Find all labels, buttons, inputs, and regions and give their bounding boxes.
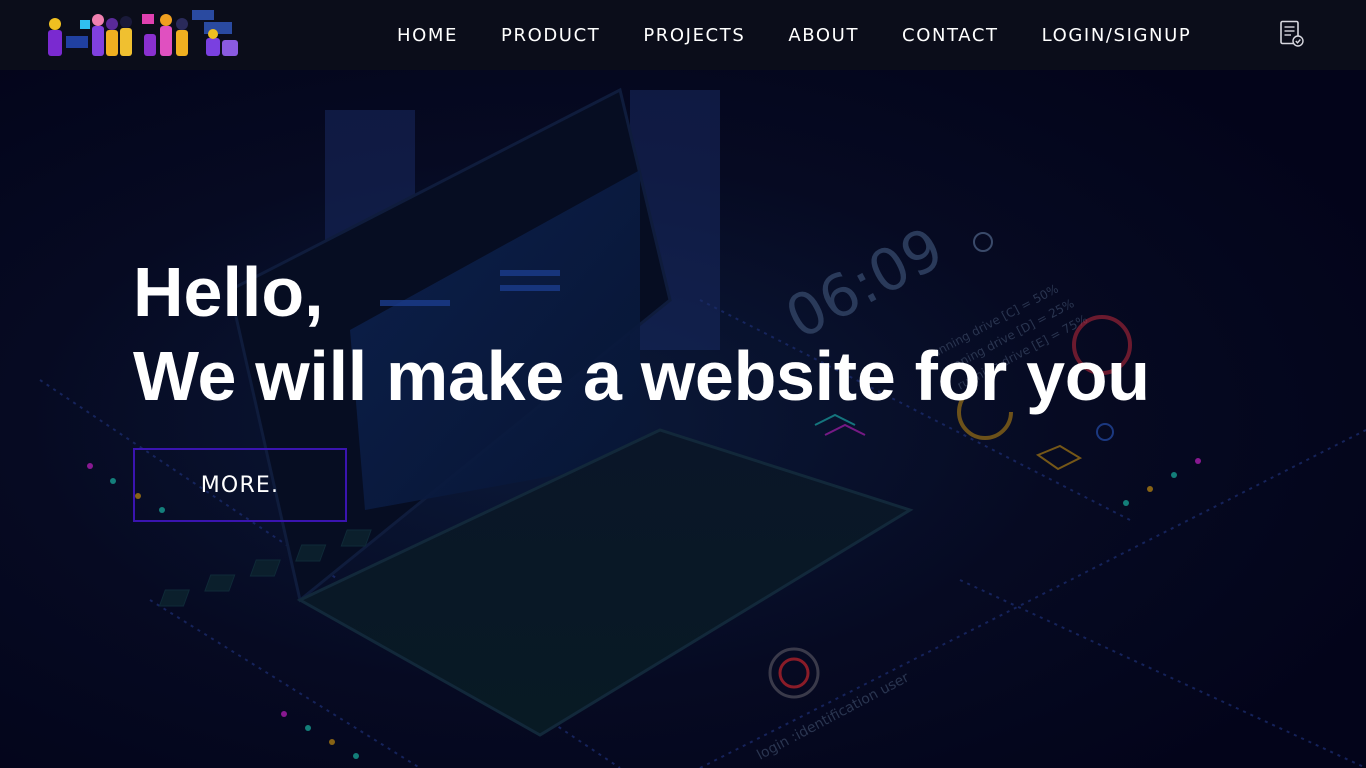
document-check-icon[interactable] xyxy=(1279,20,1305,48)
hero-headline: We will make a website for you xyxy=(133,337,1150,415)
power-caption: login :identification user xyxy=(754,670,912,764)
more-button[interactable]: MORE. xyxy=(133,448,347,522)
nav-product-link[interactable]: PRODUCT xyxy=(501,25,600,46)
nav-login-signup-link[interactable]: LOGIN/SIGNUP xyxy=(1042,25,1192,46)
top-navbar: HOME PRODUCT PROJECTS ABOUT CONTACT LOGI… xyxy=(0,0,1366,70)
nav-links: HOME PRODUCT PROJECTS ABOUT CONTACT LOGI… xyxy=(375,0,1212,70)
hero-greeting: Hello, xyxy=(133,253,324,331)
nav-home-link[interactable]: HOME xyxy=(397,25,458,46)
nav-about-link[interactable]: ABOUT xyxy=(788,25,859,46)
nav-projects-link[interactable]: PROJECTS xyxy=(643,25,745,46)
nav-contact-link[interactable]: CONTACT xyxy=(902,25,999,46)
hero-text: Hello, We will make a website for you xyxy=(133,250,1150,418)
brand-logo-icon[interactable] xyxy=(46,8,242,62)
